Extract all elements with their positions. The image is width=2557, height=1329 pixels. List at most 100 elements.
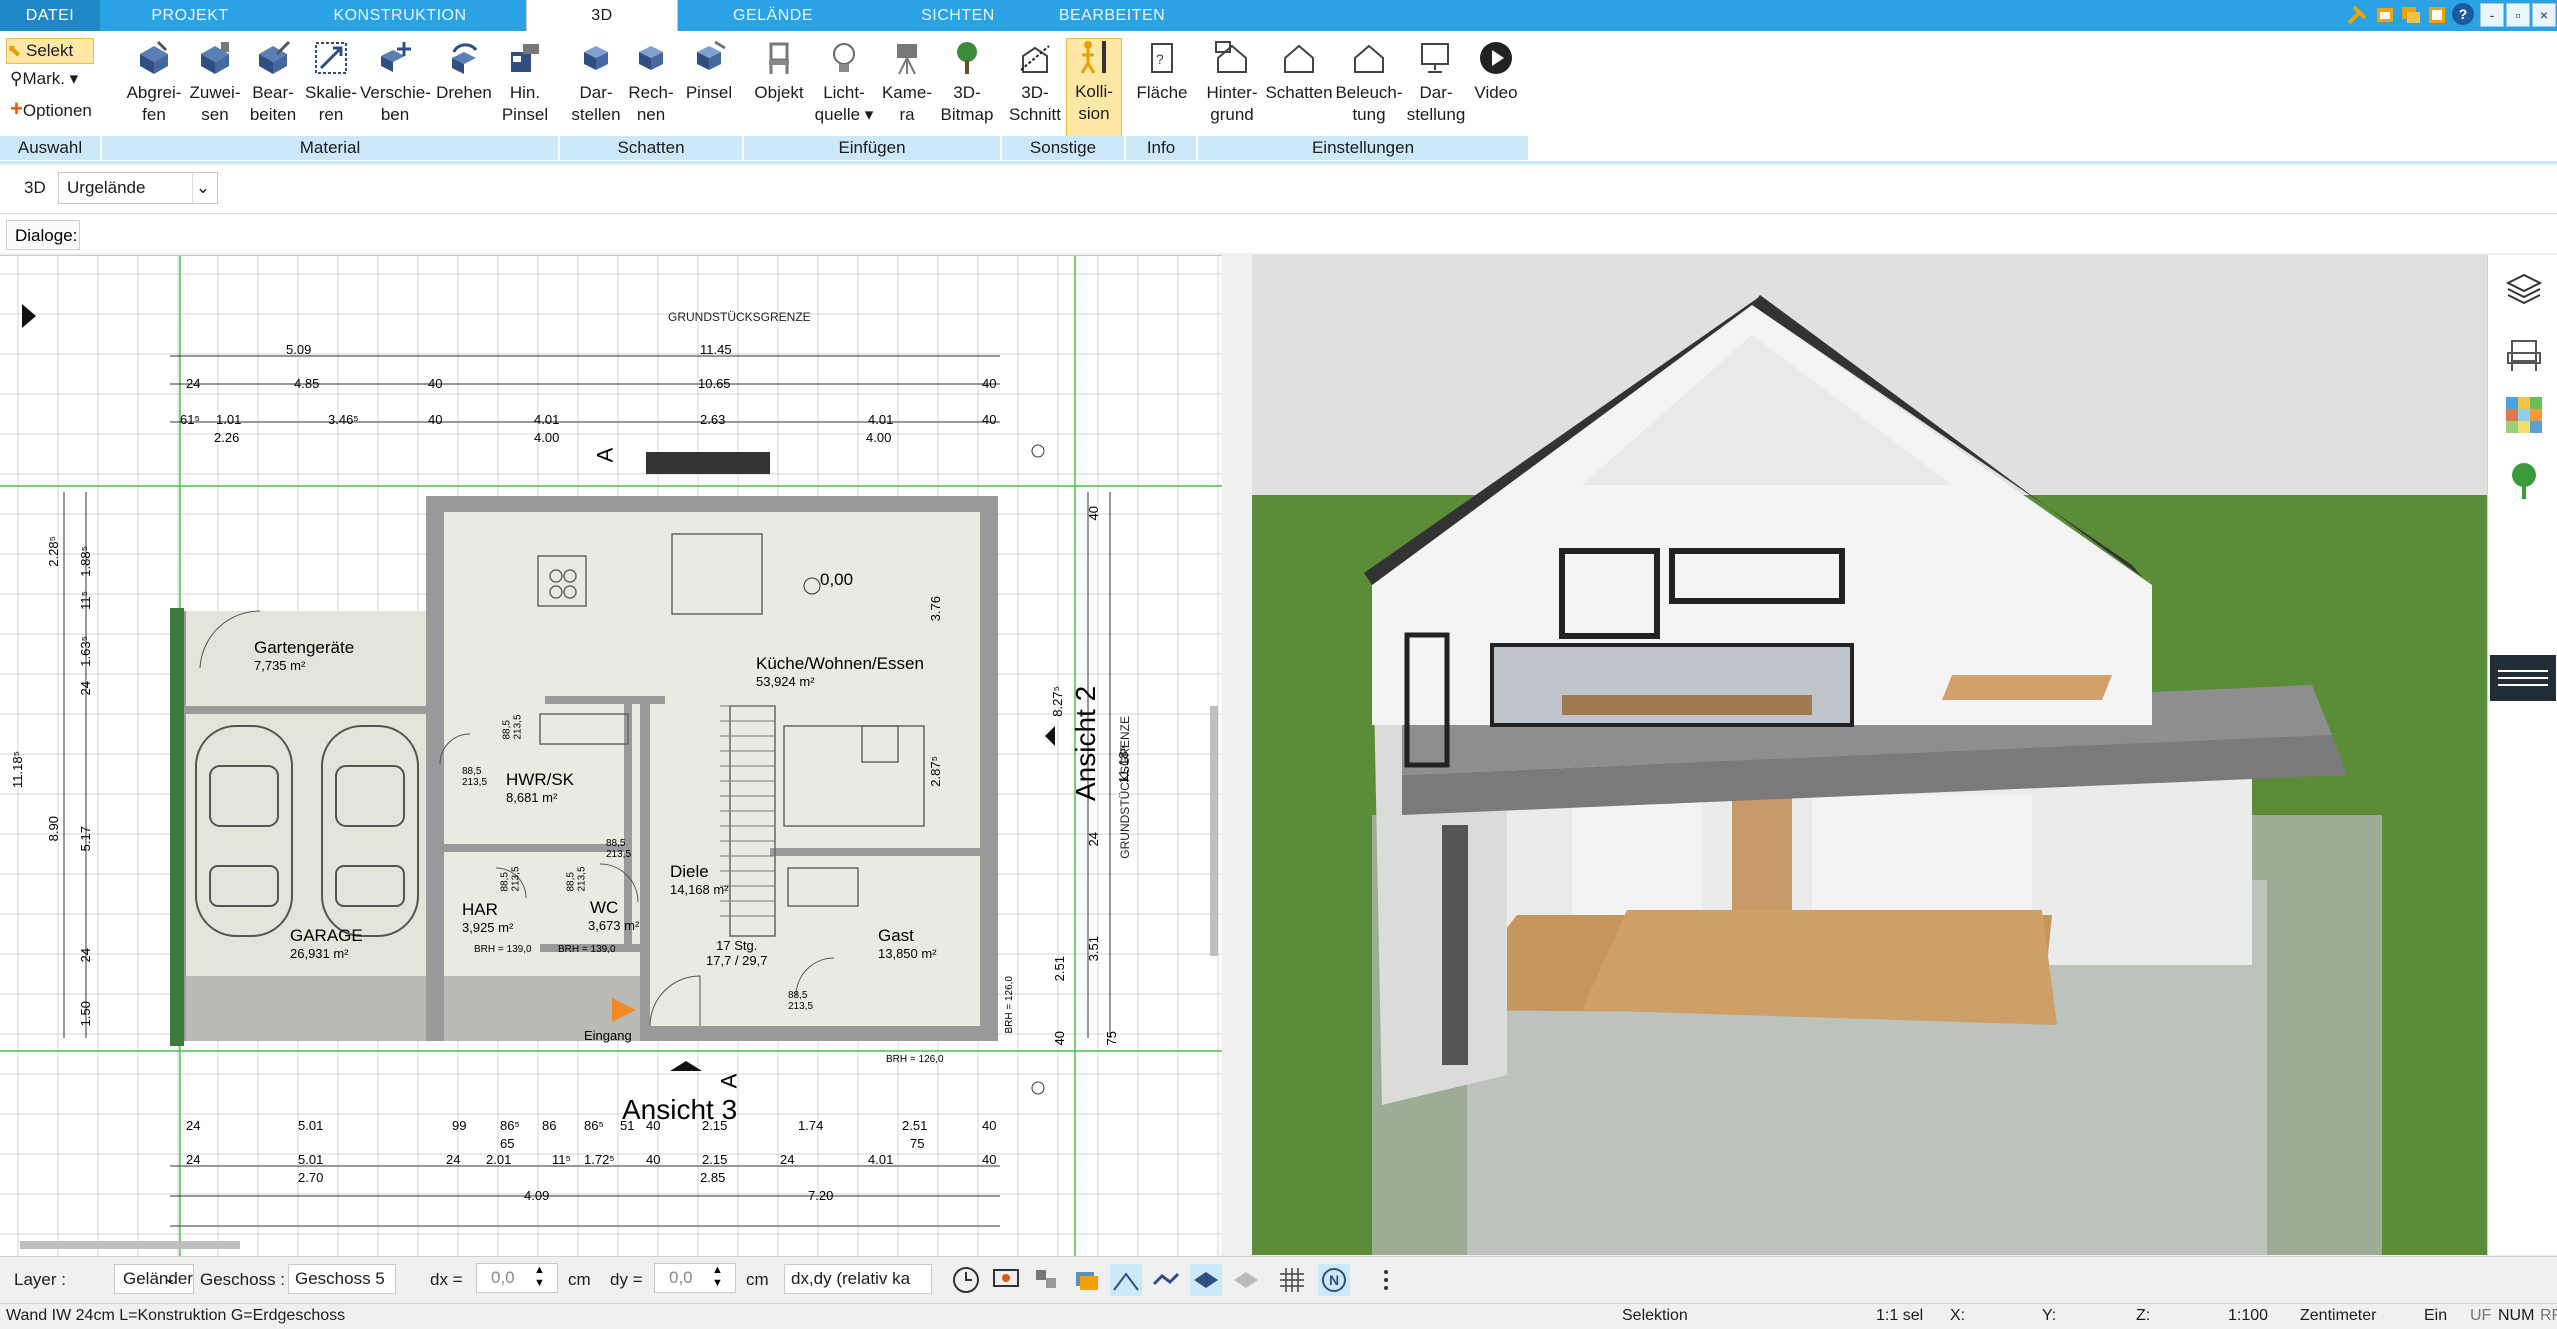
abgreifen-button[interactable]: Abgrei- fen <box>122 40 186 136</box>
plan-play-icon <box>22 304 36 328</box>
windows-icon[interactable] <box>2400 4 2422 26</box>
kamera-button[interactable]: Kame- ra <box>878 40 936 136</box>
door-dim: 88,5 213,5 <box>565 866 588 892</box>
tab-projekt[interactable]: PROJEKT <box>120 0 260 31</box>
darstellen-button[interactable]: Dar- stellen <box>566 40 626 136</box>
dim-text: 5.01 <box>298 1118 324 1133</box>
drehen-button[interactable]: Drehen <box>432 40 496 136</box>
skalieren-button[interactable]: Skalie- ren <box>302 40 360 136</box>
kollision-button[interactable]: Kolli- sion <box>1066 38 1122 138</box>
plane-icon[interactable] <box>1190 1264 1222 1296</box>
play-icon <box>1480 42 1512 74</box>
room-area: 53,924 m² <box>756 674 815 689</box>
group-sonstige: Sonstige <box>1002 136 1126 160</box>
select-button[interactable]: ⬉ Selekt <box>6 38 94 64</box>
bearbeiten-label: Bear- beiten <box>249 83 297 124</box>
hin-pinsel-button[interactable]: Hin. Pinsel <box>498 40 552 136</box>
more-options-icon[interactable] <box>1370 1264 1402 1296</box>
dim-text: 2.26 <box>214 430 240 445</box>
tab-3d[interactable]: 3D <box>526 0 678 31</box>
darstellung-button[interactable]: Dar- stellung <box>1404 40 1468 136</box>
plant-icon[interactable] <box>2504 461 2544 501</box>
layers-icon[interactable] <box>2504 269 2544 309</box>
beleuchtung-button[interactable]: Beleuch- tung <box>1334 40 1404 136</box>
hintergrund-label: Hinter- grund <box>1206 83 1258 124</box>
plus-icon: + <box>10 96 23 121</box>
flaeche-button[interactable]: ? Fläche <box>1132 40 1192 136</box>
dim-text: 40 <box>1086 506 1101 521</box>
dim-text: 4.01 <box>534 412 560 427</box>
material-edit-icon <box>259 40 291 74</box>
close-button[interactable]: × <box>2532 3 2556 27</box>
layout-icon[interactable] <box>2426 4 2448 26</box>
room-name: Diele <box>670 862 709 881</box>
room-area: 14,168 m² <box>670 882 729 897</box>
coordinate-mode-select[interactable]: dx,dy (relativ ka <box>784 1264 932 1294</box>
3d-view-canvas[interactable] <box>1252 255 2487 1255</box>
help-icon[interactable]: ? <box>2452 3 2474 25</box>
material-palette-icon[interactable] <box>2504 395 2544 435</box>
status-uf: UF <box>2470 1307 2492 1324</box>
dim-text: 1.01 <box>216 412 242 427</box>
3d-bitmap-button[interactable]: 3D- Bitmap <box>938 40 996 136</box>
dim-text: 3.46⁵ <box>328 412 359 427</box>
north-icon[interactable]: N <box>1318 1264 1350 1296</box>
window-icon[interactable] <box>2374 4 2396 26</box>
grid-icon[interactable] <box>1276 1264 1308 1296</box>
objects-icon[interactable] <box>1030 1264 1062 1296</box>
clock-icon[interactable] <box>950 1264 982 1296</box>
mark-button[interactable]: ⚲Mark. ▾ <box>10 67 78 91</box>
minimize-button[interactable]: - <box>2480 3 2504 27</box>
schatten-settings-button[interactable]: Schatten <box>1264 40 1334 136</box>
verschieben-button[interactable]: Verschie- ben <box>360 40 431 136</box>
tab-datei[interactable]: DATEI <box>0 0 100 31</box>
room-area: 26,931 m² <box>290 946 349 961</box>
schatten-settings-label: Schatten <box>1265 83 1333 102</box>
tab-sichten[interactable]: SICHTEN <box>880 0 1036 31</box>
pane-splitter[interactable] <box>1222 255 1252 1255</box>
options-button[interactable]: +Optionen <box>10 97 92 121</box>
tools-icon[interactable] <box>2346 4 2368 26</box>
dim-text: 40 <box>646 1152 661 1167</box>
layers-toggle-icon[interactable] <box>1070 1264 1102 1296</box>
dialoge-label[interactable]: Dialoge: <box>6 220 80 250</box>
dim-text: 5.09 <box>286 342 312 357</box>
flaeche-label: Fläche <box>1136 83 1188 102</box>
geschoss-select[interactable]: Geschoss 5 <box>288 1264 396 1294</box>
pinsel-button[interactable]: Pinsel <box>682 40 736 136</box>
dim-text: 2.51 <box>902 1118 928 1133</box>
terrain-icon[interactable] <box>1150 1264 1182 1296</box>
room-name: WC <box>590 898 619 917</box>
tab-gelaende[interactable]: GELÄNDE <box>700 0 846 31</box>
menu-tab-bar: DATEI PROJEKT KONSTRUKTION 3D GELÄNDE SI… <box>0 0 2557 31</box>
dim-text: 24 <box>186 376 201 391</box>
video-button[interactable]: Video <box>1468 40 1524 136</box>
screen-icon[interactable] <box>990 1264 1022 1296</box>
objekt-button[interactable]: Objekt <box>748 40 810 136</box>
rechnen-button[interactable]: Rech- nen <box>624 40 678 136</box>
group-einfuegen: Einfügen <box>744 136 1002 160</box>
dim-text: 86 <box>542 1118 557 1133</box>
terrain-select[interactable]: Urgelände ⌄ <box>58 172 218 204</box>
lichtquelle-button[interactable]: Licht- quelle ▾ <box>812 40 876 136</box>
floor-plan-canvas[interactable]: GRUNDSTÜCKSGRENZE GRUNDSTÜCKSGRENZE 5.09… <box>0 255 1223 1256</box>
armchair-icon[interactable] <box>2504 335 2544 375</box>
hamburger-menu-button[interactable] <box>2490 655 2556 701</box>
surface-icon[interactable] <box>1230 1264 1262 1296</box>
tab-bearbeiten[interactable]: BEARBEITEN <box>1050 0 1174 31</box>
restore-button[interactable]: ▫ <box>2506 3 2530 27</box>
hintergrund-button[interactable]: Hinter- grund <box>1200 40 1264 136</box>
dim-text: 2.01 <box>486 1152 512 1167</box>
chevron-down-icon[interactable]: ⌄ <box>164 1266 184 1290</box>
snap-icon[interactable] <box>1110 1264 1142 1296</box>
area-icon: ? <box>1151 43 1173 73</box>
dim-text: 40 <box>1052 1031 1067 1046</box>
bearbeiten-button[interactable]: Bear- beiten <box>244 40 302 136</box>
dx-spinner[interactable]: ▲ ▼ <box>534 1264 548 1290</box>
kollision-label: Kolli- sion <box>1075 82 1113 123</box>
dim-text: 2.63 <box>700 412 726 427</box>
zuweisen-button[interactable]: Zuwei- sen <box>186 40 244 136</box>
3d-schnitt-button[interactable]: 3D- Schnitt <box>1006 40 1064 136</box>
tab-konstruktion[interactable]: KONSTRUKTION <box>300 0 500 31</box>
dy-spinner[interactable]: ▲ ▼ <box>712 1264 726 1290</box>
